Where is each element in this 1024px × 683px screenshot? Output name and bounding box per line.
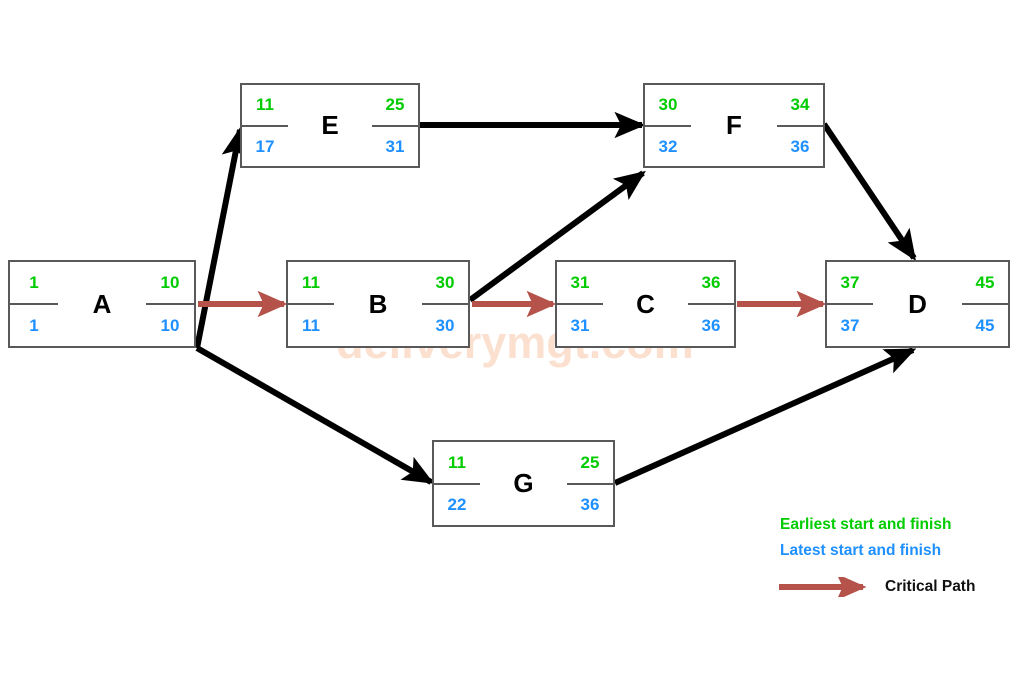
node-d-latest-start: 37 <box>825 304 873 348</box>
node-e-label: E <box>321 110 339 140</box>
legend-earliest-label: Earliest start and finish <box>780 516 952 533</box>
node-a-latest-finish: 10 <box>146 304 196 348</box>
node-g-label: G <box>513 468 534 498</box>
node-c-label: C <box>636 288 655 319</box>
node-f-latest-finish: 36 <box>777 125 825 168</box>
node-e-latest-start: 17 <box>240 125 288 168</box>
node-b-latest-finish: 30 <box>422 304 470 348</box>
node-d[interactable]: 37 37 D 45 45 <box>825 260 1010 348</box>
node-c-latest-finish: 36 <box>688 304 736 348</box>
node-a-label: A <box>92 288 112 319</box>
node-b-earliest-start: 11 <box>286 260 334 304</box>
node-b-latest-start: 11 <box>286 304 334 348</box>
node-d-latest-finish: 45 <box>962 304 1010 348</box>
node-e-latest-finish: 31 <box>372 125 420 168</box>
legend-row-latest: Latest start and finish <box>780 538 975 564</box>
node-f-label: F <box>726 110 742 140</box>
legend-row-critical-path: Critical Path <box>777 570 975 604</box>
node-f-latest-start: 32 <box>643 125 691 168</box>
node-f-earliest-start: 30 <box>643 83 691 126</box>
node-g-earliest-start: 11 <box>432 440 480 484</box>
edge-g-to-d <box>613 347 917 486</box>
legend-critical-path-label: Critical Path <box>885 578 976 595</box>
node-d-label: D <box>908 288 927 319</box>
legend: Earliest start and finish Latest start a… <box>777 512 975 604</box>
legend-latest-label: Latest start and finish <box>780 542 942 559</box>
node-e[interactable]: 11 17 E 25 31 <box>240 83 420 168</box>
node-g[interactable]: 11 22 G 25 36 <box>432 440 615 527</box>
node-b[interactable]: 11 11 B 30 30 <box>286 260 470 348</box>
node-a-earliest-start: 1 <box>8 260 58 304</box>
node-b-earliest-finish: 30 <box>422 260 470 304</box>
node-e-earliest-start: 11 <box>240 83 288 126</box>
legend-row-earliest: Earliest start and finish <box>780 512 975 538</box>
node-d-earliest-start: 37 <box>825 260 873 304</box>
edge-a-to-e <box>194 126 248 349</box>
node-a-latest-start: 1 <box>8 304 58 348</box>
node-a[interactable]: 1 1 A 10 10 <box>8 260 196 348</box>
node-g-latest-start: 22 <box>432 483 480 527</box>
node-b-label: B <box>368 288 388 319</box>
node-d-earliest-finish: 45 <box>962 260 1010 304</box>
node-f-earliest-finish: 34 <box>777 83 825 126</box>
edge-f-to-d <box>821 122 917 261</box>
node-c-earliest-finish: 36 <box>688 260 736 304</box>
node-c-latest-start: 31 <box>555 304 603 348</box>
node-f[interactable]: 30 32 F 34 36 <box>643 83 825 168</box>
critical-path-arrow-icon <box>777 573 877 601</box>
node-a-earliest-finish: 10 <box>146 260 196 304</box>
node-c[interactable]: 31 31 C 36 36 <box>555 260 736 348</box>
node-g-earliest-finish: 25 <box>567 440 615 484</box>
network-diagram-canvas: deliverymgt.com 1 1 A 10 10 11 17 E 25 3… <box>0 0 1024 683</box>
node-e-earliest-finish: 25 <box>372 83 420 126</box>
node-g-latest-finish: 36 <box>567 483 615 527</box>
node-c-earliest-start: 31 <box>555 260 603 304</box>
edge-a-to-g <box>195 345 435 485</box>
